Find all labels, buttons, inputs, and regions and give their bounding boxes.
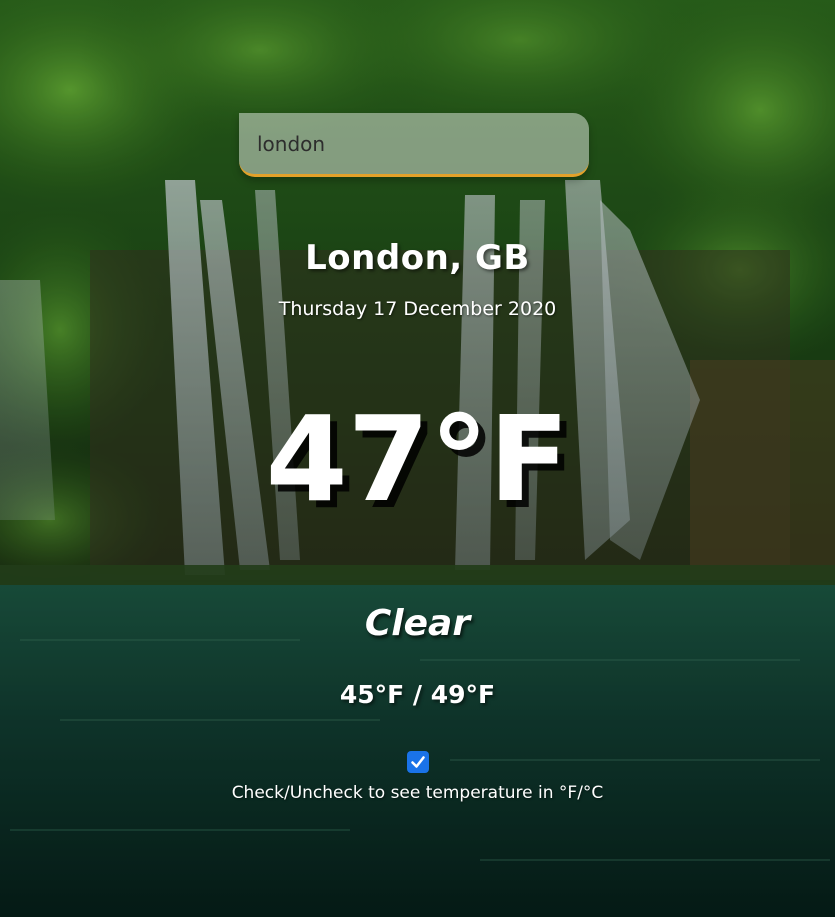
current-date: Thursday 17 December 2020 [278,298,557,320]
search-input[interactable] [239,113,589,177]
weather-condition: Clear [364,603,471,644]
weather-app: London, GB Thursday 17 December 2020 47°… [0,0,835,917]
current-temperature: 47°F [265,390,570,528]
unit-checkbox[interactable] [406,751,429,773]
location-name: London, GB [305,238,530,278]
check-icon [410,756,425,768]
unit-toggle-label: Check/Uncheck to see temperature in °F/°… [231,783,604,803]
min-max-temperature: 45°F / 49°F [339,680,496,709]
unit-toggle [0,751,835,777]
